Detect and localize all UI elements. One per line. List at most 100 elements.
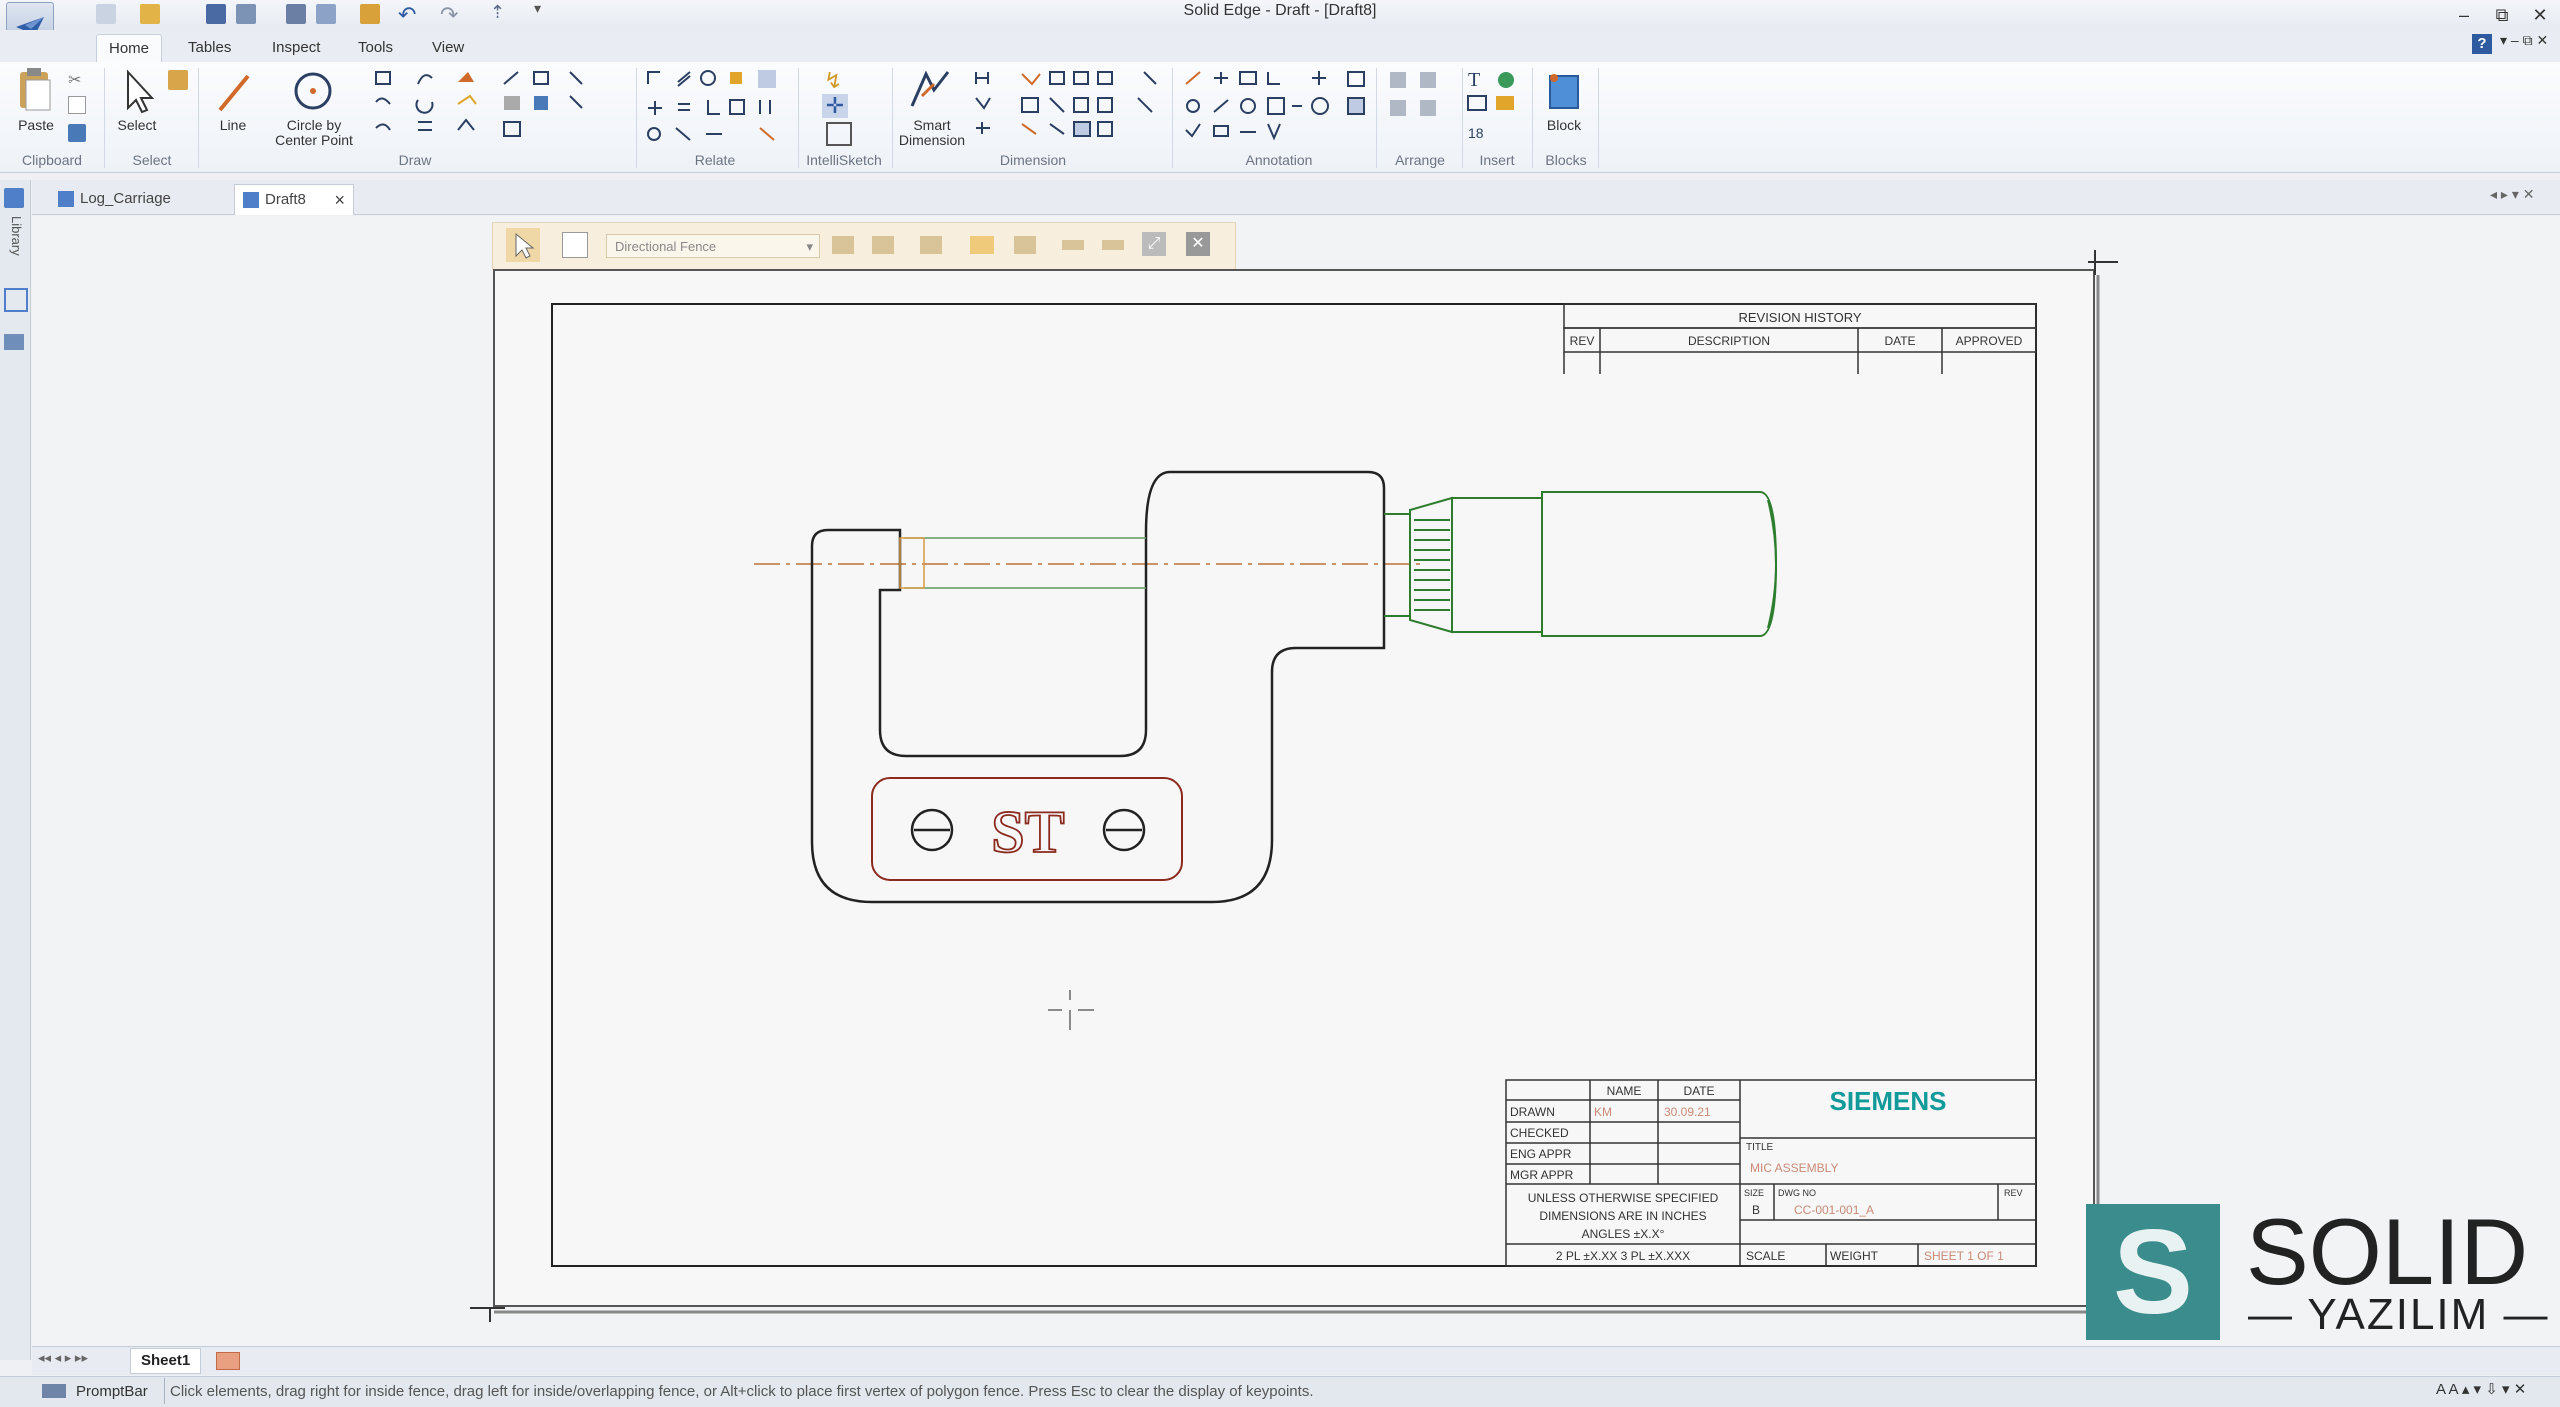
group-label-insert: Insert <box>1479 152 1515 168</box>
tb-name-header: NAME <box>1607 1084 1642 1098</box>
tb-dwg-value: CC-001-001_A <box>1794 1203 1874 1217</box>
tab-view[interactable]: View <box>420 34 476 62</box>
tb-checked-label: CHECKED <box>1510 1126 1569 1140</box>
block-button[interactable] <box>1546 70 1582 114</box>
keypoints-icon[interactable] <box>826 122 852 146</box>
smart-label-line2: Dimension <box>898 132 966 148</box>
tab-inspect[interactable]: Inspect <box>260 34 332 62</box>
group-divider <box>636 68 637 168</box>
tb-drawn-label: DRAWN <box>1510 1105 1555 1119</box>
doc-tab-draft8[interactable]: Draft8 × <box>234 184 354 215</box>
smart-dimension-icon <box>910 70 950 107</box>
tb-drawn-name: KM <box>1594 1105 1612 1119</box>
group-divider <box>1376 68 1377 168</box>
close-tab-icon[interactable]: × <box>334 185 345 215</box>
group-divider <box>1532 68 1533 168</box>
tb-date-header: DATE <box>1683 1084 1714 1098</box>
status-bar-controls[interactable]: A A ▴ ▾ ⇩ ▾ ✕ <box>2436 1380 2526 1398</box>
svg-text:18: 18 <box>1468 125 1484 141</box>
left-docking-bar <box>0 180 31 1360</box>
svg-text:T: T <box>1468 69 1480 91</box>
tb-note-line1: UNLESS OTHERWISE SPECIFIED <box>1528 1191 1719 1205</box>
prompt-message: Click elements, drag right for inside fe… <box>170 1383 1314 1400</box>
properties-icon[interactable] <box>4 334 24 350</box>
tb-eng-appr-label: ENG APPR <box>1510 1147 1572 1161</box>
tb-mgr-appr-label: MGR APPR <box>1510 1168 1574 1182</box>
group-label-relate: Relate <box>694 152 736 168</box>
line-button[interactable] <box>210 66 256 120</box>
block-label: Block <box>1546 117 1582 133</box>
part-logo-text: ST <box>991 799 1064 865</box>
intellisketch-icon[interactable]: ↯ <box>824 68 848 93</box>
sheet-tab-sheet1[interactable]: Sheet1 <box>130 1348 202 1374</box>
drawing-sheet[interactable]: REVISION HISTORY REV DESCRIPTION DATE AP… <box>470 240 2130 1340</box>
group-divider <box>892 68 893 168</box>
select-tools-icon[interactable] <box>168 70 188 90</box>
circle-label-line2: Center Point <box>275 132 353 148</box>
tb-dwg-label: DWG NO <box>1778 1188 1816 1198</box>
tb-rev-label: REV <box>2004 1188 2023 1198</box>
doc-window-controls[interactable]: ▾ – ⧉ ✕ <box>2500 32 2548 49</box>
tb-size-label: SIZE <box>1744 1188 1764 1198</box>
description-col-header: DESCRIPTION <box>1688 334 1770 348</box>
group-label-annotation: Annotation <box>1245 152 1313 168</box>
help-icon[interactable]: ? <box>2472 34 2492 54</box>
group-divider <box>1462 68 1463 168</box>
dimension-tools-grid[interactable] <box>974 68 1164 148</box>
doc-tab-log-carriage[interactable]: Log_Carriage <box>58 184 208 214</box>
circle-icon <box>294 72 332 110</box>
company-logo: SIEMENS <box>1829 1086 1946 1116</box>
paste-button[interactable] <box>14 66 56 118</box>
group-divider <box>104 68 105 168</box>
prompt-bar-icon <box>42 1384 66 1398</box>
sheet-nav-buttons[interactable]: ◂◂ ◂ ▸ ▸▸ <box>38 1350 88 1366</box>
line-label: Line <box>219 117 247 133</box>
select-label: Select <box>117 117 157 133</box>
line-icon <box>218 74 250 112</box>
select-button[interactable] <box>114 66 160 118</box>
intellisketch-options-icon[interactable]: ✛ <box>822 94 848 118</box>
library-icon[interactable] <box>4 188 24 208</box>
group-label-intellisketch: IntelliSketch <box>806 152 882 168</box>
layers-icon[interactable] <box>4 288 28 312</box>
smart-dimension-button[interactable] <box>904 66 958 116</box>
insert-tools-grid[interactable]: T 18 <box>1466 68 1526 148</box>
tab-tables[interactable]: Tables <box>176 34 243 62</box>
tb-weight-label: WEIGHT <box>1830 1249 1879 1263</box>
circle-label-line1: Circle by <box>286 117 342 133</box>
tab-home[interactable]: Home <box>96 34 163 63</box>
group-label-draw: Draw <box>398 152 432 168</box>
close-button[interactable]: ✕ <box>2526 2 2554 28</box>
group-divider <box>198 68 199 168</box>
tb-title-label: TITLE <box>1746 1142 1774 1153</box>
paste-icon <box>20 68 51 111</box>
group-divider <box>1172 68 1173 168</box>
format-painter-icon[interactable] <box>68 124 86 142</box>
tb-note-line3: ANGLES ±X.X° <box>1582 1227 1665 1241</box>
tb-sheet-label: SHEET 1 OF 1 <box>1924 1249 2004 1263</box>
watermark-letter: S <box>2112 1205 2194 1339</box>
minimize-button[interactable]: – <box>2450 2 2478 28</box>
draw-tools-icons <box>375 71 583 137</box>
document-tab-bar <box>32 180 2560 215</box>
library-label[interactable]: Library <box>4 216 24 276</box>
draw-tools-grid[interactable] <box>374 68 594 148</box>
circle-center-point-button[interactable] <box>288 66 338 116</box>
tab-tools[interactable]: Tools <box>346 34 405 62</box>
restore-button[interactable]: ⧉ <box>2488 2 2516 28</box>
draft-doc-icon <box>58 191 74 208</box>
arrange-tools-grid[interactable] <box>1388 68 1448 128</box>
sheet-tab-bar <box>32 1346 2560 1375</box>
cut-icon[interactable]: ✂ <box>68 70 81 90</box>
tab-scroll-controls[interactable]: ◂ ▸ ▾ ✕ <box>2490 186 2534 203</box>
add-sheet-icon[interactable] <box>216 1352 240 1370</box>
relate-tools-grid[interactable] <box>646 68 796 148</box>
revision-title: REVISION HISTORY <box>1738 310 1861 325</box>
annotation-tools-grid[interactable] <box>1184 68 1374 148</box>
annotation-tools-icons <box>1185 71 1365 141</box>
copy-icon[interactable] <box>68 96 86 114</box>
date-col-header: DATE <box>1884 334 1915 348</box>
watermark-yazilim: — YAZILIM — <box>2248 1290 2550 1339</box>
rev-col-header: REV <box>1570 334 1595 348</box>
block-icon <box>1549 74 1579 109</box>
